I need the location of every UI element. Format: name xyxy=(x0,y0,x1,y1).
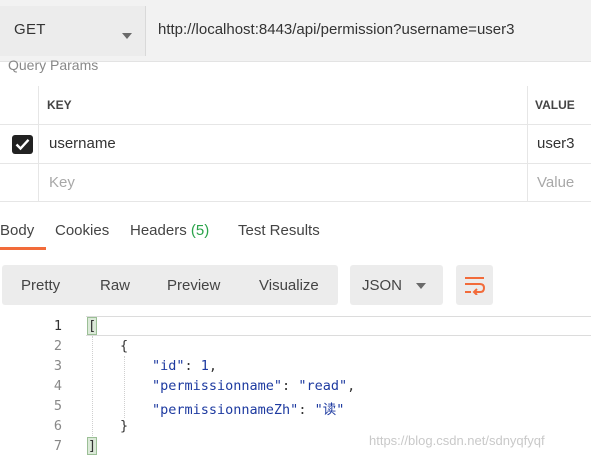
line-number: 1 xyxy=(53,318,62,334)
code-line: "permissionnameZh": "读" xyxy=(152,402,345,418)
preview-button[interactable]: Preview xyxy=(167,277,220,294)
visualize-button[interactable]: Visualize xyxy=(259,277,319,294)
json-key: "permissionname" xyxy=(152,378,283,394)
line-number: 2 xyxy=(53,338,62,354)
new-key-input[interactable]: Key xyxy=(49,174,75,191)
chevron-down-icon xyxy=(122,33,132,39)
code-line: ] xyxy=(86,437,98,455)
url-input[interactable]: http://localhost:8443/api/permission?use… xyxy=(158,21,514,38)
table-row: Key Value xyxy=(0,164,591,202)
tab-headers[interactable]: Headers (5) xyxy=(130,222,209,239)
indent-guide xyxy=(124,356,125,418)
headers-count-badge: (5) xyxy=(190,222,210,239)
watermark: https://blog.csdn.net/sdnyqfyqf xyxy=(369,433,545,448)
tab-headers-label: Headers xyxy=(130,222,187,239)
pretty-button[interactable]: Pretty xyxy=(21,277,60,294)
json-string: "read" xyxy=(298,378,348,394)
method-label: GET xyxy=(14,21,46,38)
code-line: [ xyxy=(86,317,98,335)
value-column-header: VALUE xyxy=(535,98,575,112)
json-key: "permissionnameZh" xyxy=(152,402,299,418)
json-number: 1 xyxy=(200,358,209,374)
param-key-cell[interactable]: username xyxy=(49,135,116,152)
code-line: } xyxy=(120,418,129,434)
new-value-input[interactable]: Value xyxy=(537,174,574,191)
line-number: 6 xyxy=(53,418,62,434)
json-key: "id" xyxy=(152,358,185,374)
tab-test-results[interactable]: Test Results xyxy=(238,222,320,239)
response-tabs: Body Cookies Headers (5) Test Results xyxy=(0,218,591,250)
line-number: 3 xyxy=(53,358,62,374)
check-icon xyxy=(15,138,30,151)
line-number: 4 xyxy=(53,378,62,394)
indent-guide xyxy=(92,336,93,438)
active-tab-indicator xyxy=(0,247,46,250)
format-label: JSON xyxy=(362,277,403,294)
view-mode-segmented: Pretty Raw Preview Visualize xyxy=(2,265,338,305)
request-bar: GET http://localhost:8443/api/permission… xyxy=(0,0,591,62)
wrap-lines-icon xyxy=(465,277,486,295)
wrap-lines-button[interactable] xyxy=(456,265,493,305)
column-divider xyxy=(527,86,528,202)
json-string: "读" xyxy=(314,402,345,418)
tab-cookies[interactable]: Cookies xyxy=(55,222,109,239)
param-enabled-checkbox[interactable] xyxy=(12,135,33,154)
chevron-down-icon xyxy=(416,283,426,289)
tab-body[interactable]: Body xyxy=(0,222,34,239)
format-select[interactable]: JSON xyxy=(350,265,443,305)
table-row: username user3 xyxy=(0,125,591,164)
params-header-row: KEY VALUE xyxy=(0,86,591,125)
code-line: { xyxy=(120,338,129,354)
key-column-header: KEY xyxy=(47,98,72,112)
query-params-label: Query Params xyxy=(8,59,99,73)
raw-button[interactable]: Raw xyxy=(100,277,130,294)
code-line: "id": 1, xyxy=(152,358,218,374)
column-divider xyxy=(38,86,39,202)
line-number: 7 xyxy=(53,438,62,454)
method-select[interactable]: GET xyxy=(0,6,146,56)
current-line-highlight xyxy=(86,316,591,336)
code-line: "permissionname": "read", xyxy=(152,378,356,394)
param-value-cell[interactable]: user3 xyxy=(537,135,575,152)
line-number: 5 xyxy=(53,398,62,414)
